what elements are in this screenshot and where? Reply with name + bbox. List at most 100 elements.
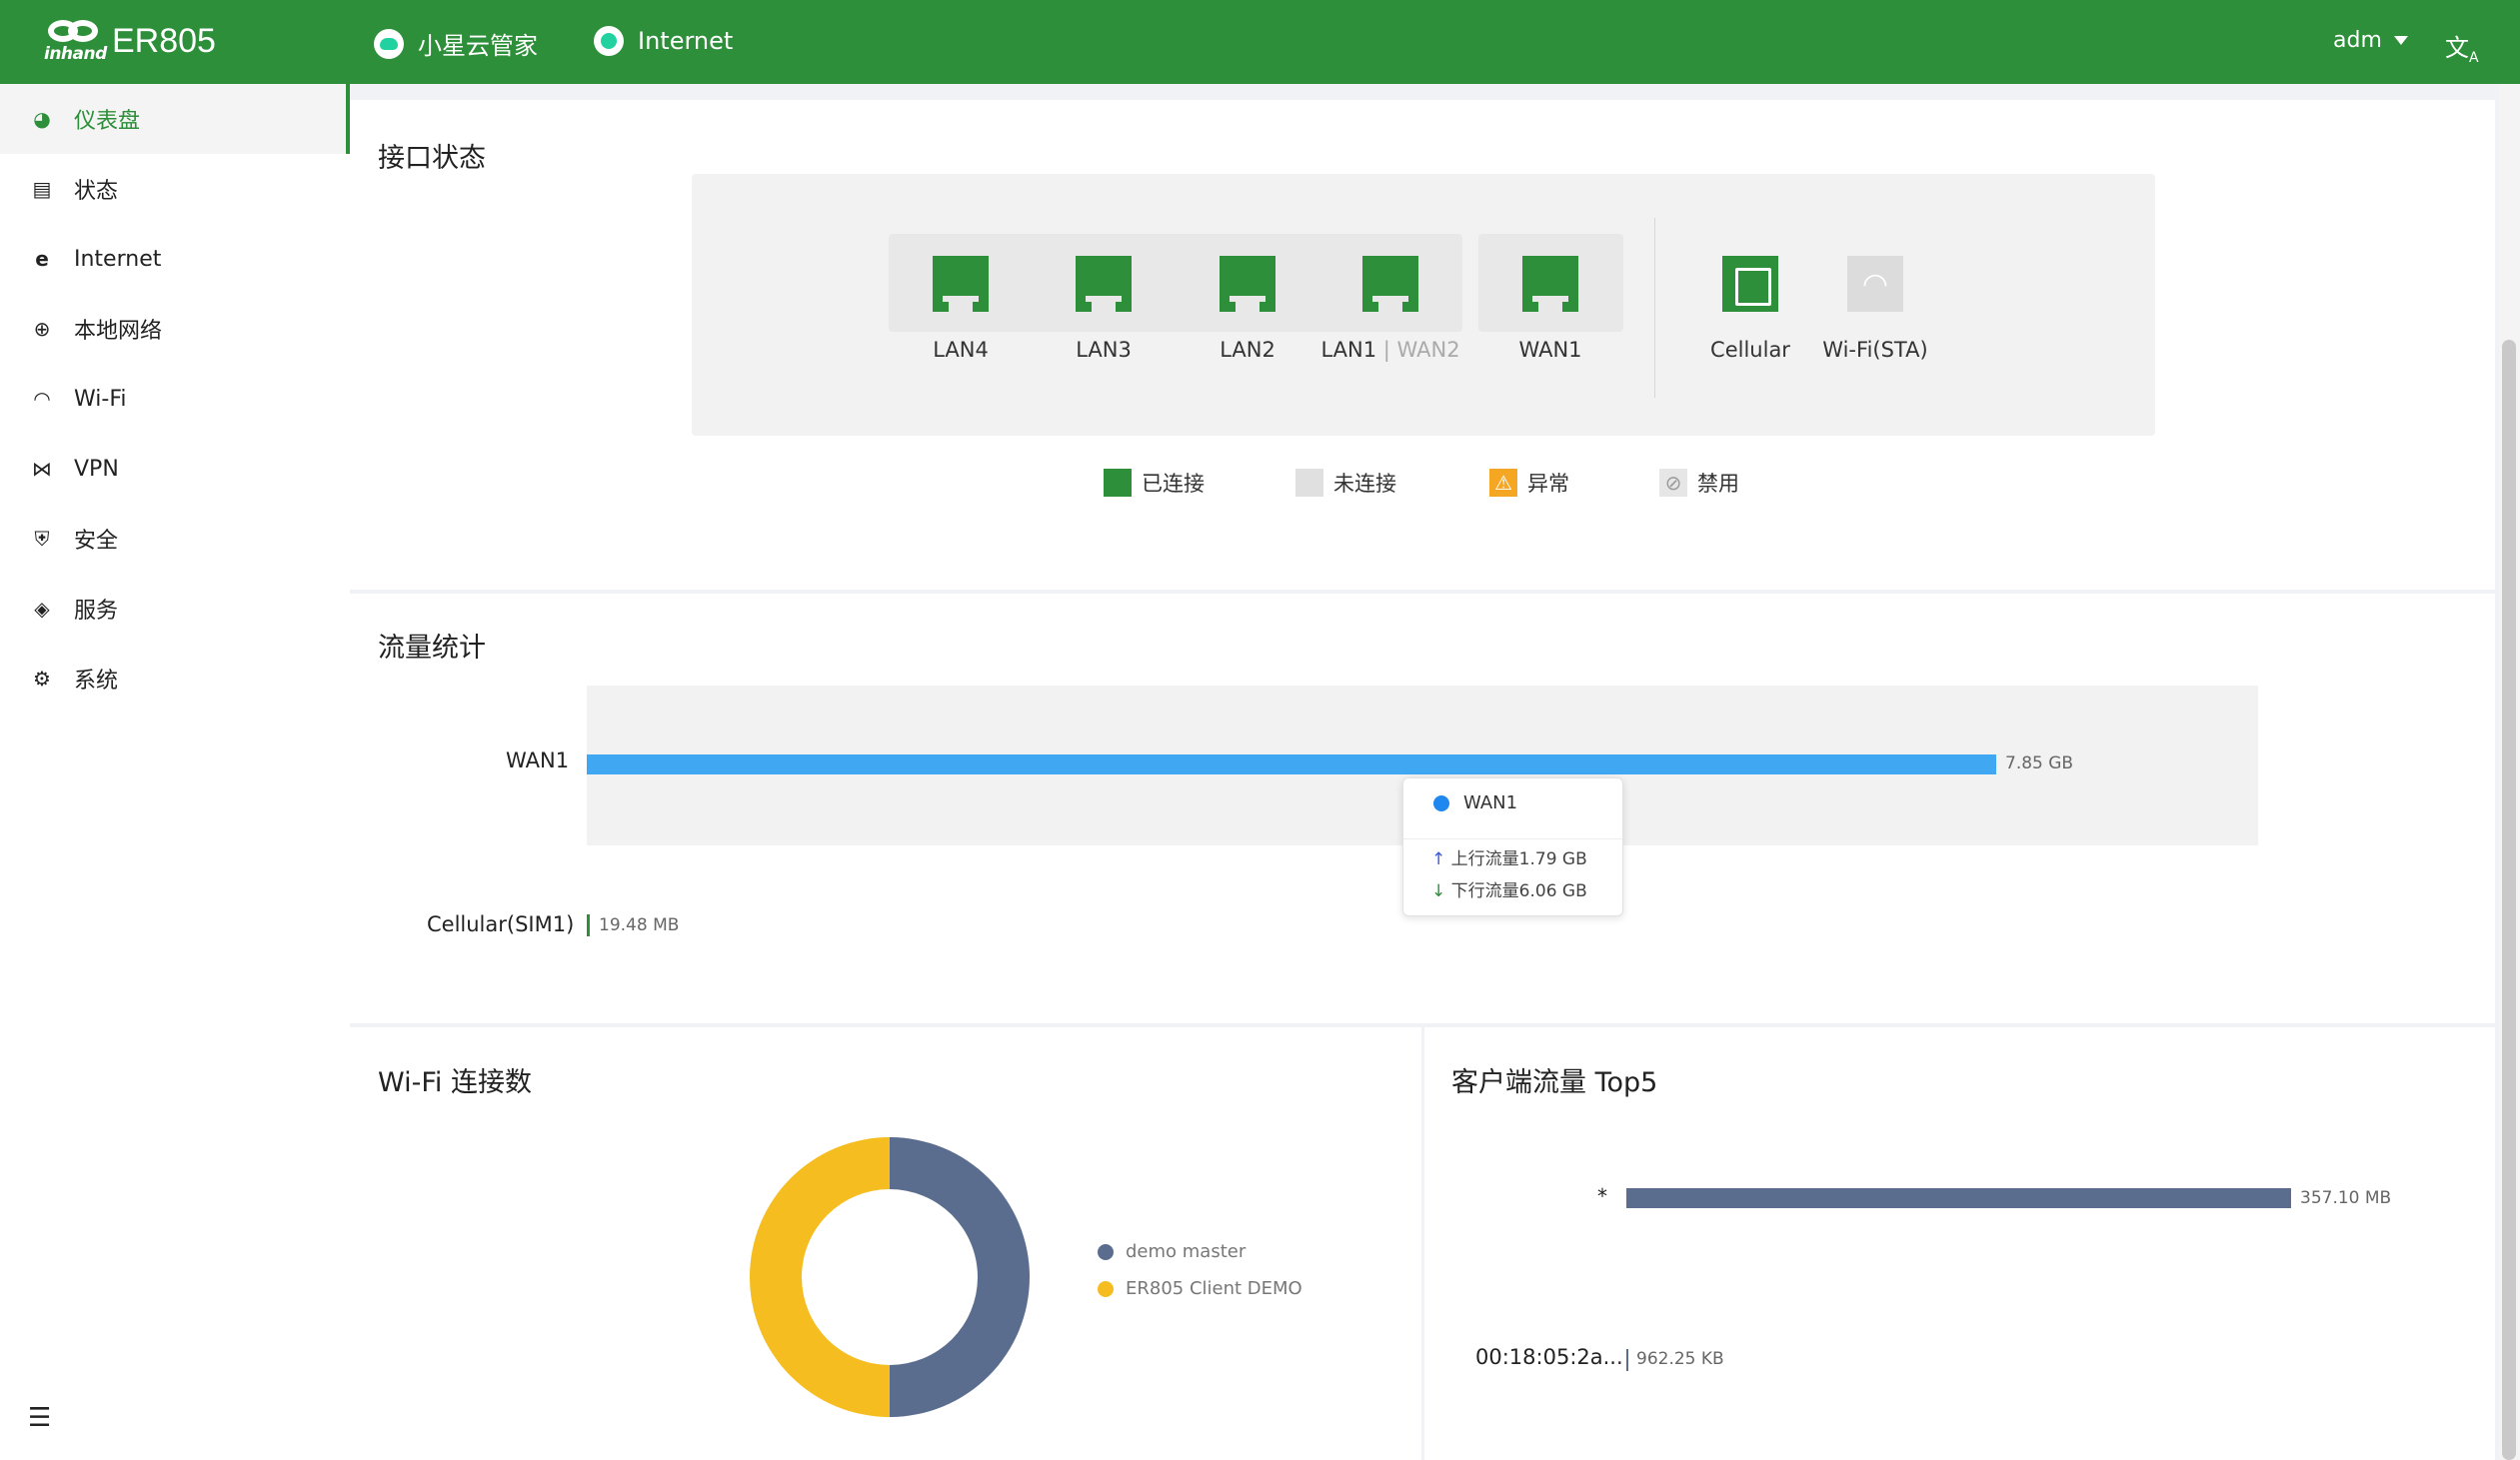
scrollbar-thumb[interactable] bbox=[2502, 340, 2516, 1460]
traffic-tooltip: WAN1 ↑ 上行流量1.79 GB ↓ 下行流量6.06 GB bbox=[1402, 777, 1623, 916]
sidebar: ◕ 仪表盘 ▤ 状态 e Internet ⊕ 本地网络 ◠ Wi-Fi ⋈ V… bbox=[0, 84, 350, 1460]
interface-status-title: 接口状态 bbox=[378, 143, 486, 174]
donut-slice-demo-master bbox=[890, 1137, 1030, 1417]
port-label: Wi-Fi(STA) bbox=[1822, 338, 1928, 362]
traffic-value: 7.85 GB bbox=[2005, 753, 2074, 773]
translate-icon[interactable]: 文A bbox=[2445, 28, 2479, 66]
online-dot-icon bbox=[594, 26, 624, 56]
tooltip-upload: 上行流量1.79 GB bbox=[1450, 849, 1587, 869]
port-label: LAN4 bbox=[933, 338, 989, 362]
inhand-logo-icon: inhand bbox=[44, 18, 107, 64]
port-lan4[interactable]: LAN4 bbox=[889, 256, 1033, 362]
tooltip-download: 下行流量6.06 GB bbox=[1450, 881, 1587, 901]
sidebar-item-security[interactable]: ⛨ 安全 bbox=[0, 504, 350, 574]
internet-status-link[interactable]: Internet bbox=[594, 26, 733, 56]
client-bar[interactable] bbox=[1626, 1349, 1628, 1371]
arrow-down-icon: ↓ bbox=[1431, 881, 1446, 901]
legend-label: 未连接 bbox=[1333, 472, 1396, 496]
globe-icon: ⊕ bbox=[33, 317, 51, 341]
ethernet-port-icon bbox=[1522, 256, 1578, 312]
tooltip-title: WAN1 bbox=[1463, 792, 1518, 813]
client-row-label: 00:18:05:2a... bbox=[1475, 1345, 1623, 1369]
legend-connected: 已连接 bbox=[1104, 468, 1205, 498]
series-dot-icon bbox=[1098, 1280, 1114, 1297]
logo: inhand ER805 bbox=[44, 18, 216, 64]
product-name: ER805 bbox=[112, 21, 216, 60]
divider bbox=[1654, 218, 1655, 398]
port-wan1[interactable]: WAN1 bbox=[1478, 256, 1622, 362]
sidebar-item-label: 仪表盘 bbox=[74, 109, 141, 134]
series-dot-icon bbox=[1098, 1243, 1114, 1260]
client-traffic-title: 客户端流量 Top5 bbox=[1451, 1067, 1658, 1098]
sidebar-item-label: 安全 bbox=[74, 529, 119, 554]
cloud-icon bbox=[374, 28, 404, 59]
port-lan3[interactable]: LAN3 bbox=[1032, 256, 1176, 362]
sidebar-item-label: VPN bbox=[74, 456, 119, 482]
port-label: LAN3 bbox=[1076, 338, 1132, 362]
sidebar-item-dashboard[interactable]: ◕ 仪表盘 bbox=[0, 84, 350, 154]
sidebar-item-wifi[interactable]: ◠ Wi-Fi bbox=[0, 364, 350, 434]
arrow-up-icon: ↑ bbox=[1431, 849, 1446, 869]
user-menu[interactable]: adm bbox=[2333, 28, 2408, 53]
donut-legend-item[interactable]: ER805 Client DEMO bbox=[1098, 1278, 1302, 1299]
port-wifi-sta[interactable]: ◠ Wi-Fi(STA) bbox=[1803, 256, 1947, 362]
traffic-row-label: WAN1 bbox=[506, 748, 570, 772]
traffic-value: 19.48 MB bbox=[599, 915, 680, 935]
traffic-bar-wan1[interactable] bbox=[587, 754, 1996, 774]
warning-icon: ⚠ bbox=[1489, 469, 1517, 497]
internet-icon: e bbox=[35, 247, 49, 271]
donut-slice-er805-client-demo bbox=[750, 1137, 890, 1417]
traffic-bar-cellular[interactable] bbox=[587, 914, 590, 936]
sidebar-item-system[interactable]: ⚙ 系统 bbox=[0, 644, 350, 714]
box-icon: ◈ bbox=[34, 597, 50, 621]
client-value: 357.10 MB bbox=[2300, 1188, 2392, 1208]
traffic-title: 流量统计 bbox=[378, 633, 486, 664]
ethernet-port-icon bbox=[933, 256, 989, 312]
donut-legend-label: demo master bbox=[1126, 1241, 1247, 1262]
port-cellular[interactable]: Cellular bbox=[1678, 256, 1822, 362]
sim-card-icon bbox=[1722, 256, 1778, 312]
port-label: Cellular bbox=[1710, 338, 1790, 362]
legend-label: 异常 bbox=[1527, 472, 1569, 496]
sidebar-item-local-network[interactable]: ⊕ 本地网络 bbox=[0, 294, 350, 364]
top-bar: inhand ER805 小星云管家 Internet adm 文A bbox=[0, 0, 2520, 84]
port-lan2[interactable]: LAN2 bbox=[1176, 256, 1319, 362]
traffic-row-label: Cellular(SIM1) bbox=[427, 912, 575, 936]
sidebar-item-vpn[interactable]: ⋈ VPN bbox=[0, 434, 350, 504]
connected-swatch-icon bbox=[1104, 469, 1132, 497]
legend-label: 禁用 bbox=[1697, 472, 1739, 496]
wifi-icon: ◠ bbox=[33, 387, 51, 411]
ethernet-port-icon bbox=[1220, 256, 1275, 312]
shield-icon: ⛨ bbox=[34, 527, 50, 551]
donut-legend-label: ER805 Client DEMO bbox=[1126, 1278, 1302, 1299]
logo-brand-text: inhand bbox=[44, 44, 107, 64]
dashboard-icon: ◕ bbox=[33, 107, 51, 131]
cloud-manager-link[interactable]: 小星云管家 bbox=[374, 26, 538, 61]
wifi-signal-icon: ◠ bbox=[1847, 256, 1903, 312]
cloud-manager-label: 小星云管家 bbox=[418, 32, 538, 60]
vpn-icon: ⋈ bbox=[32, 457, 52, 481]
sidebar-item-label: 状态 bbox=[74, 179, 119, 204]
ethernet-port-icon bbox=[1076, 256, 1132, 312]
legend-disabled: ⊘ 禁用 bbox=[1659, 468, 1739, 498]
sidebar-item-label: Wi-Fi bbox=[74, 386, 127, 412]
donut-legend-item[interactable]: demo master bbox=[1098, 1241, 1246, 1262]
status-icon: ▤ bbox=[32, 177, 52, 201]
port-lan1-wan2[interactable]: LAN1 | WAN2 bbox=[1318, 256, 1462, 362]
sidebar-item-services[interactable]: ◈ 服务 bbox=[0, 574, 350, 644]
collapse-sidebar-icon[interactable]: ☰ bbox=[28, 1403, 51, 1433]
chevron-down-icon bbox=[2393, 36, 2408, 45]
sidebar-item-internet[interactable]: e Internet bbox=[0, 224, 350, 294]
port-label: LAN2 bbox=[1220, 338, 1275, 362]
legend-label: 已连接 bbox=[1142, 472, 1205, 496]
sidebar-item-status[interactable]: ▤ 状态 bbox=[0, 154, 350, 224]
port-label-alt: WAN2 bbox=[1396, 338, 1460, 362]
port-label-main: LAN1 bbox=[1320, 338, 1377, 362]
client-bar[interactable] bbox=[1626, 1188, 2291, 1208]
sidebar-item-label: 系统 bbox=[74, 669, 119, 694]
legend-disconnected: 未连接 bbox=[1295, 468, 1396, 498]
port-label: LAN1 | WAN2 bbox=[1320, 338, 1460, 362]
wifi-donut-chart bbox=[750, 1137, 1030, 1417]
gear-icon: ⚙ bbox=[33, 667, 51, 691]
sidebar-item-label: 服务 bbox=[74, 599, 119, 624]
